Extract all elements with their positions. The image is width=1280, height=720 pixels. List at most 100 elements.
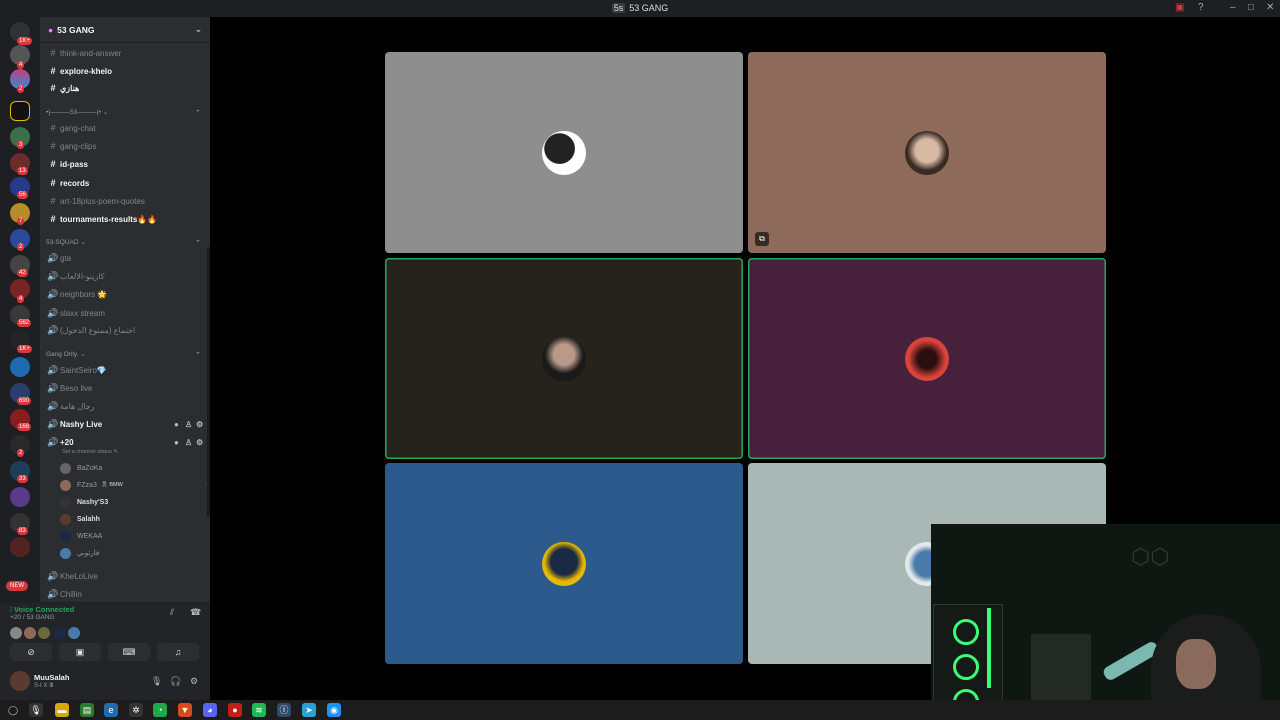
speaker-icon: 🔊 [47, 418, 59, 429]
hash-icon: # [50, 48, 56, 58]
help-icon[interactable]: ? [1198, 2, 1204, 13]
app-icon[interactable]: ◉ [327, 703, 341, 717]
brave-icon[interactable]: ▼ [178, 703, 192, 717]
participant-tile[interactable]: ⧉ [748, 52, 1106, 253]
screen-share-button[interactable]: ▣ [59, 643, 101, 661]
user-name[interactable]: MuuSalah [34, 673, 69, 682]
voice-channel-saintseiro[interactable]: 🔊 SaintSeiro💎 [46, 362, 206, 378]
server-icon[interactable] [10, 487, 30, 507]
server-icon[interactable] [10, 101, 30, 121]
window-title: 5s 53 GANG [0, 3, 1280, 13]
voice-channel-meeting[interactable]: 🔊 اجتماع (ممنوع الدخول) [46, 322, 206, 338]
voice-channel-casino[interactable]: 🔊 كازينو-الالعاب [46, 268, 206, 284]
voice-user[interactable]: Nashy'S3 [60, 495, 108, 509]
add-channel-icon[interactable]: + [196, 350, 200, 357]
microphone-icon[interactable]: 🎙 [151, 676, 162, 687]
gear-icon[interactable]: ⚙ [196, 420, 203, 429]
voice-location[interactable]: +20 / 53 GANG [10, 614, 55, 621]
voice-user[interactable]: WEKAA [60, 529, 102, 543]
notes-icon[interactable]: ▤ [80, 703, 94, 717]
spotify-icon[interactable]: ≋ [252, 703, 266, 717]
folder-icon[interactable]: ▬ [55, 703, 69, 717]
speaker-icon: 🔊 [47, 400, 59, 411]
whatsapp-icon[interactable]: ◔ [153, 703, 167, 717]
channel-explore-khelo[interactable]: # explore-khelo [46, 63, 206, 79]
gear-icon[interactable]: ⚙ [196, 438, 203, 447]
voice-channel-rijal[interactable]: 🔊 رجال هامة [46, 398, 206, 414]
avatar [542, 541, 586, 586]
noise-suppression-icon[interactable]: ⫽ [170, 607, 174, 618]
chat-icon[interactable]: ● [174, 420, 179, 429]
voice-channel-plus20[interactable]: 🔊 +20 ● ♙ ⚙ [46, 434, 206, 450]
voice-user[interactable]: Salahh [60, 512, 100, 526]
edge-icon[interactable]: e [104, 703, 118, 717]
server-rail: 1K+ 4 2 3 13 56 7 2 42 4 562 1K+ 690 168… [0, 17, 40, 700]
maximize-icon[interactable]: □ [1248, 2, 1254, 13]
editor-icon[interactable]: Ⓘ [277, 703, 291, 717]
participant-tile[interactable] [748, 258, 1106, 459]
voice-channel-beso-live[interactable]: 🔊 Beso live [46, 380, 206, 396]
avatar [54, 627, 66, 639]
speaker-icon: 🔊 [47, 324, 59, 335]
channel-art-18plus-poem-quotes[interactable]: # art-18plus-poem-quotes [46, 193, 206, 209]
channel-arabic[interactable]: # هنازي [46, 80, 206, 96]
mention-badge: 42 [17, 269, 28, 277]
voice-user[interactable]: فارتوني [60, 546, 99, 560]
minimize-icon[interactable]: – [1230, 2, 1236, 13]
server-header[interactable]: ● 53 GANG ⌄ [40, 17, 210, 43]
invite-icon[interactable]: ♙ [185, 438, 192, 447]
add-channel-icon[interactable]: + [196, 108, 200, 115]
discord-icon[interactable]: ◕ [203, 703, 217, 717]
channel-id-pass[interactable]: # id-pass [46, 156, 206, 172]
channel-gang-chat[interactable]: # gang-chat [46, 120, 206, 136]
channel-sidebar: ● 53 GANG ⌄ # think-and-answer # explore-kh… [40, 17, 210, 602]
channel-think-and-answer[interactable]: # think-and-answer [46, 45, 206, 61]
channel-tournaments-results[interactable]: # tournaments-results🔥🔥 [46, 211, 206, 227]
microphone-icon[interactable]: 🎙 [29, 703, 43, 717]
participant-tile[interactable] [385, 52, 743, 253]
mention-badge: 1K+ [17, 37, 32, 45]
voice-user[interactable]: FZza3🎗 BMW ⚒ [60, 478, 210, 492]
voice-channel-chillin[interactable]: 🔊 Chillin [46, 586, 206, 602]
voice-channel-khelolive[interactable]: 🔊 KheLoLive [46, 568, 206, 584]
avatar [60, 547, 71, 559]
channel-gang-clips[interactable]: # gang-clips [46, 138, 206, 154]
mention-badge: 168 [17, 423, 32, 431]
telegram-icon[interactable]: ➤ [302, 703, 316, 717]
disconnect-icon[interactable]: ☎ [190, 607, 201, 618]
avatar [905, 130, 949, 175]
chat-icon[interactable]: ● [174, 438, 179, 447]
avatar[interactable] [10, 671, 30, 691]
server-icon[interactable] [10, 357, 30, 377]
voice-channel-slaxx-stream[interactable]: 🔊 slaxx stream [46, 305, 206, 321]
add-channel-icon[interactable]: + [196, 238, 200, 245]
voice-channel-neighbors[interactable]: 🔊 neighbors 🌟 [46, 286, 206, 302]
soundboard-button[interactable]: ♫ [157, 643, 199, 661]
participant-tile[interactable] [385, 258, 743, 459]
category-53-squad[interactable]: 53-SQUAD ⌄ + [46, 238, 200, 246]
speaker-icon: 🔊 [47, 252, 59, 263]
channel-status-hint[interactable]: Set a channel status ✎ [62, 449, 118, 455]
camera-button[interactable]: ⊘ [10, 643, 52, 661]
channel-records[interactable]: # records [46, 175, 206, 191]
participant-tile[interactable] [385, 463, 743, 664]
invite-icon[interactable]: ♙ [185, 420, 192, 429]
close-icon[interactable]: ✕ [1266, 2, 1274, 13]
server-boost-icon: ● [48, 25, 54, 35]
server-icon[interactable] [10, 537, 30, 557]
voice-user[interactable]: BaZoKa [60, 461, 102, 475]
category-53[interactable]: •)———53———(• ⌄ + [46, 108, 200, 116]
record-icon[interactable]: ● [228, 703, 242, 717]
voice-channel-nashy-live[interactable]: 🔊 Nashy Live ● ♙ ⚙ [46, 416, 206, 432]
chatgpt-icon[interactable]: ✲ [129, 703, 143, 717]
mention-badge: 1K+ [17, 345, 32, 353]
hash-icon: # [50, 214, 56, 224]
activity-button[interactable]: ⌨ [108, 643, 150, 661]
mention-badge: 562 [17, 319, 32, 327]
voice-channel-gta[interactable]: 🔊 gta [46, 250, 206, 266]
gear-icon[interactable]: ⚙ [190, 676, 198, 687]
category-gang-only[interactable]: Gang Only. ⌄ + [46, 350, 200, 358]
headphones-icon[interactable]: 🎧 [170, 676, 181, 687]
search-icon[interactable]: ◯ [6, 703, 20, 717]
inbox-icon[interactable]: ▣ [1175, 2, 1184, 13]
